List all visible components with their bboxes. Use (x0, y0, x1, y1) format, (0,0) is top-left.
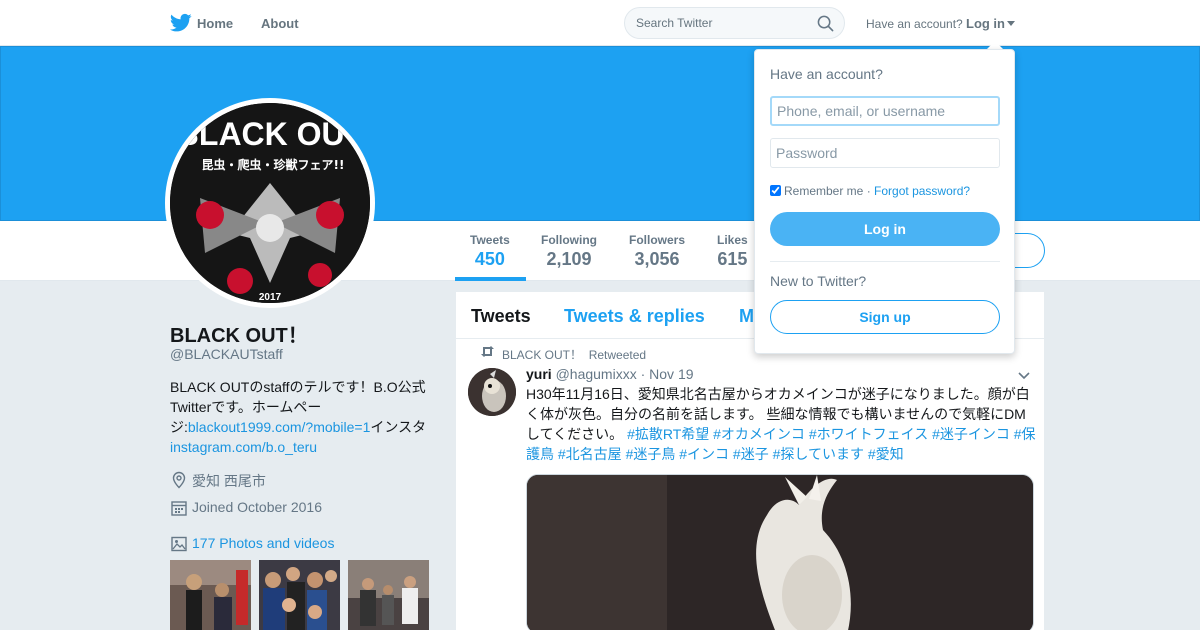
forgot-password-link[interactable]: Forgot password? (874, 184, 970, 198)
avatar[interactable]: BLACK OUT 昆虫・爬虫・珍獣フェア!! 2017 (165, 98, 375, 308)
avatar-logo-text: BLACK OUT (176, 116, 365, 152)
media-thumbnail[interactable] (348, 560, 429, 630)
search-icon[interactable] (817, 15, 834, 32)
profile-handle[interactable]: @BLACKAUTstaff (170, 346, 283, 362)
stat-following[interactable]: Following 2,109 (541, 233, 597, 270)
divider (770, 261, 1000, 262)
caret-down-icon[interactable] (1007, 21, 1015, 26)
tweet-media[interactable] (526, 474, 1034, 630)
bio-text: インスタ (370, 419, 427, 435)
stat-likes[interactable]: Likes 615 (717, 233, 748, 270)
password-field[interactable] (770, 138, 1000, 168)
remember-me-label[interactable]: Remember me (784, 184, 863, 198)
login-menu-link[interactable]: Log in (966, 16, 1005, 31)
twitter-bird-icon[interactable] (170, 13, 192, 33)
tab-media[interactable]: M (739, 306, 754, 327)
stat-value: 2,109 (546, 249, 592, 269)
stat-label: Following (541, 233, 597, 247)
calendar-icon (171, 501, 187, 516)
stat-value: 3,056 (634, 249, 680, 269)
remember-row: Remember me · Forgot password? (770, 184, 970, 198)
location-pin-icon (172, 471, 186, 489)
signup-button[interactable]: Sign up (770, 300, 1000, 334)
retweeter-name[interactable]: BLACK OUT！ (502, 348, 582, 362)
stat-followers[interactable]: Followers 3,056 (629, 233, 685, 270)
tab-tweets[interactable]: Tweets (471, 306, 531, 327)
chevron-down-icon[interactable] (1018, 372, 1030, 380)
profile-bio: BLACK OUTのstaffのテルです！B.O公式Twitterです。ホームペ… (170, 377, 440, 457)
photos-videos-text[interactable]: 177 Photos and videos (192, 535, 334, 551)
tweet-author-name[interactable]: yuri (526, 366, 552, 382)
tweet-text: H30年11月16日、愛知県北名古屋からオカメインコが迷子になりました。顔が白く… (526, 384, 1036, 464)
active-tab-underline (455, 277, 526, 281)
tweet-header: yuri @hagumixxx · Nov 19 (526, 366, 694, 382)
search-box (624, 7, 845, 39)
profile-name[interactable]: BLACK OUT！ (170, 319, 308, 348)
top-nav-bar: Home About Have an account? Log in (0, 0, 1200, 46)
tweet-author-avatar[interactable] (468, 368, 516, 416)
separator-dot: · (866, 184, 871, 198)
username-field[interactable] (770, 96, 1000, 126)
retweeted-label: Retweeted (588, 348, 647, 362)
dropdown-title: Have an account? (770, 66, 883, 82)
have-account-text: Have an account? (866, 17, 963, 31)
avatar-image: BLACK OUT 昆虫・爬虫・珍獣フェア!! 2017 (170, 103, 370, 303)
location-text: 愛知 西尾市 (192, 473, 266, 489)
login-dropdown: Have an account? Remember me · Forgot pa… (754, 49, 1015, 354)
avatar-year: 2017 (259, 292, 282, 303)
avatar-artwork: BLACK OUT 昆虫・爬虫・珍獣フェア!! 2017 (170, 103, 370, 303)
stat-tweets[interactable]: Tweets 450 (470, 233, 510, 270)
avatar-sub-text: 昆虫・爬虫・珍獣フェア!! (202, 157, 345, 172)
joined-text: Joined October 2016 (192, 499, 322, 515)
stat-value: 450 (474, 249, 505, 269)
photo-icon (171, 536, 187, 552)
stat-value: 615 (717, 249, 748, 269)
tweet-author-handle[interactable]: @hagumixxx (556, 366, 637, 382)
media-thumbnail[interactable] (170, 560, 251, 630)
bio-link-instagram[interactable]: instagram.com/b.o_teru (170, 439, 317, 455)
search-input[interactable] (636, 16, 806, 30)
media-thumbnail[interactable] (259, 560, 340, 630)
stat-label: Likes (717, 233, 748, 247)
new-to-twitter-text: New to Twitter? (770, 273, 867, 289)
nav-home-link[interactable]: Home (197, 16, 233, 31)
tab-tweets-replies[interactable]: Tweets & replies (564, 306, 705, 327)
login-button[interactable]: Log in (770, 212, 1000, 246)
remember-me-checkbox[interactable] (770, 185, 781, 196)
tweet-timestamp[interactable]: · Nov 19 (641, 366, 694, 382)
stat-label: Tweets (470, 233, 510, 247)
retweet-context: BLACK OUT！ Retweeted (481, 346, 647, 363)
nav-about-link[interactable]: About (261, 16, 299, 31)
stat-label: Followers (629, 233, 686, 247)
bio-link-homepage[interactable]: blackout1999.com/?mobile=1 (188, 419, 371, 435)
retweet-icon (481, 346, 494, 357)
